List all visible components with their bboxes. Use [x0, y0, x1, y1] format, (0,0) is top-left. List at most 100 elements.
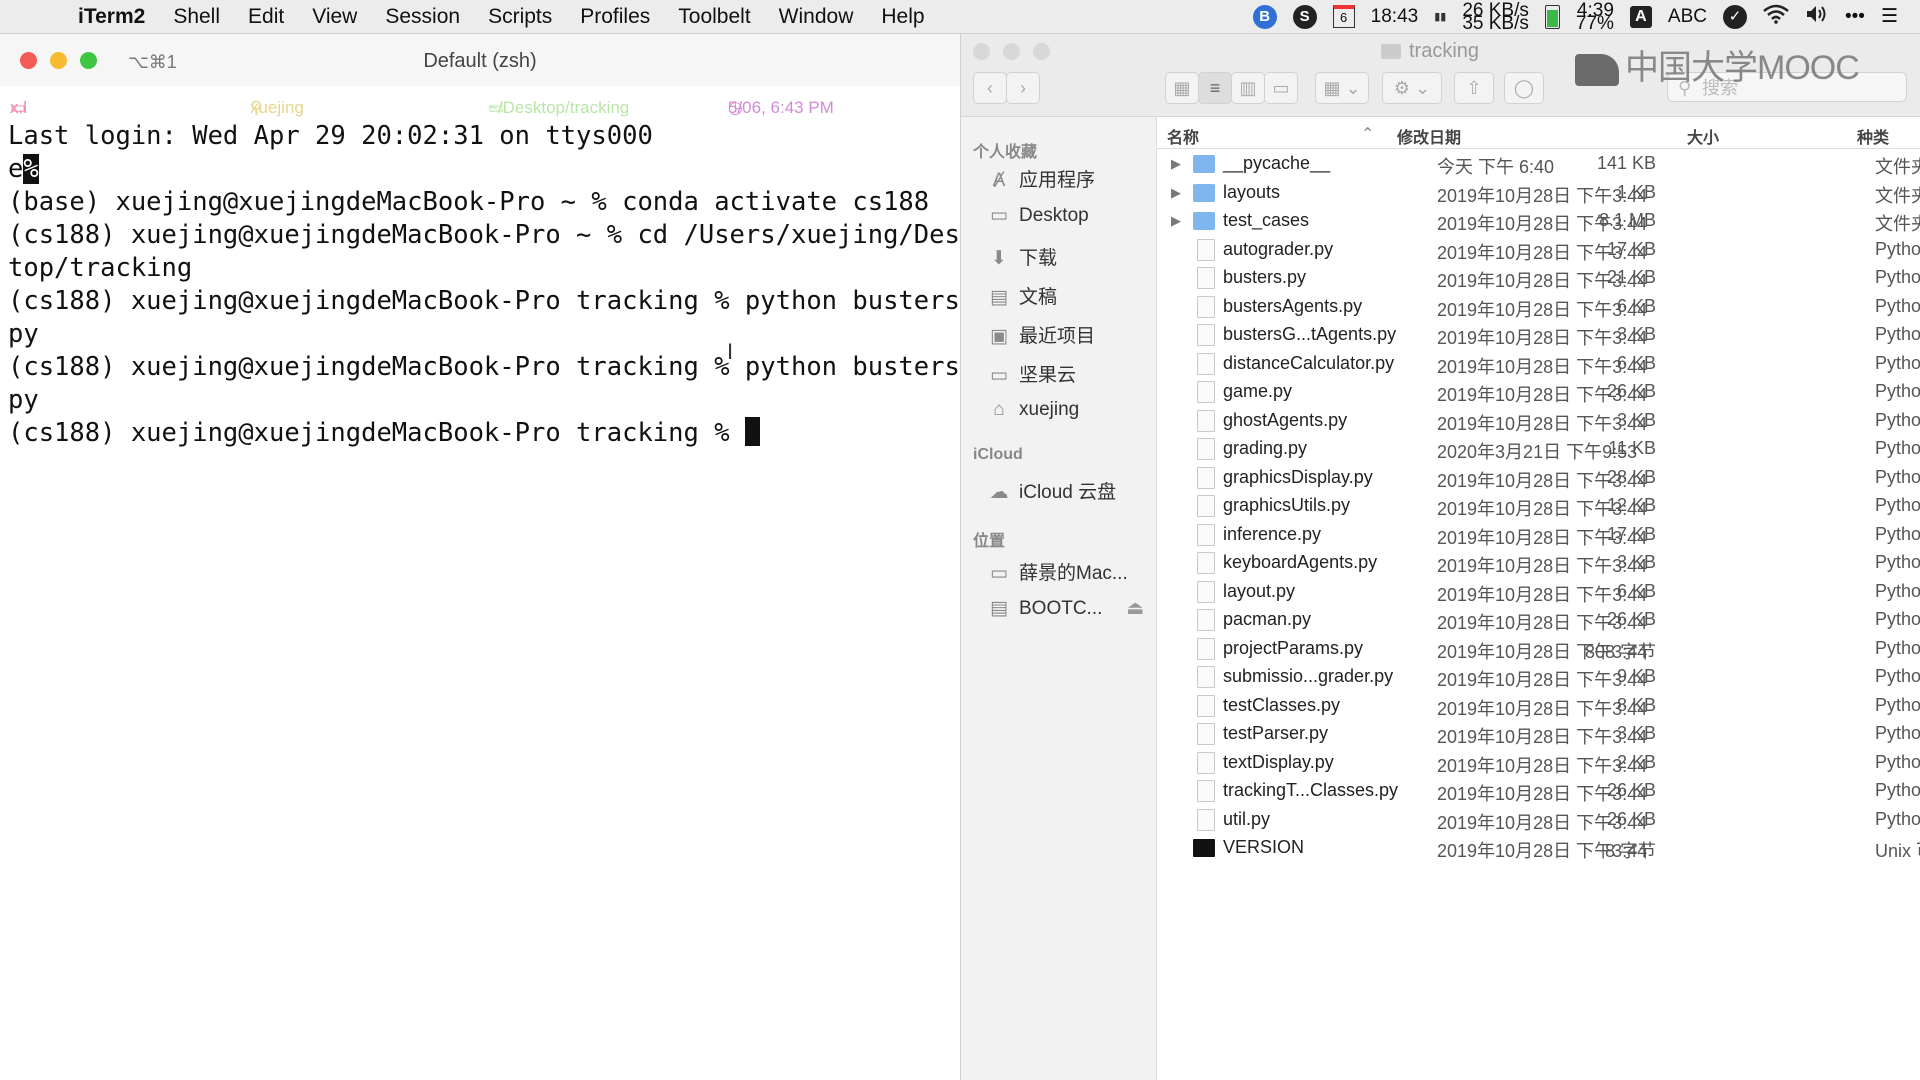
table-row[interactable]: bustersG...tAgents.py 2019年10月28日 下午3:44 3…: [1157, 321, 1920, 350]
clock-time[interactable]: 18:43: [1363, 6, 1427, 28]
app-status-icon[interactable]: S: [1285, 4, 1325, 29]
table-row[interactable]: util.py2019年10月28日 下午3:4426 KBPython: [1157, 806, 1920, 835]
column-header-date[interactable]: 修改日期: [1397, 124, 1461, 148]
sidebar-item-recents[interactable]: ▣ 最近项目: [987, 321, 1095, 348]
share-button[interactable]: ⇧: [1454, 72, 1494, 104]
sidebar-item-label: 坚果云: [1019, 365, 1077, 386]
disclosure-triangle-icon[interactable]: ▶: [1171, 185, 1181, 201]
file-size: 26 KB: [1606, 808, 1656, 829]
menu-help[interactable]: Help: [867, 5, 938, 29]
table-row[interactable]: textDisplay.py 2019年10月28日 下午3:44 2 KB Pyth…: [1157, 749, 1920, 778]
menu-edit[interactable]: Edit: [234, 5, 298, 29]
sidebar-item-documents[interactable]: ▤ 文稿: [987, 282, 1057, 309]
back-button[interactable]: ‹: [973, 72, 1007, 104]
volume-icon[interactable]: [1797, 4, 1837, 30]
more-icon[interactable]: •••: [1837, 6, 1873, 28]
battery-status[interactable]: 4:39 77%: [1568, 1, 1622, 33]
bluetooth-icon[interactable]: B: [1245, 4, 1285, 29]
table-row[interactable]: busters.py2019年10月28日 下午3:4421 KBPython: [1157, 264, 1920, 293]
menu-view[interactable]: View: [298, 5, 371, 29]
menu-shell[interactable]: Shell: [159, 5, 234, 29]
sidebar-item-mac[interactable]: ▭ 薛景的Mac...: [987, 558, 1128, 585]
recents-icon: ▣: [990, 326, 1008, 347]
terminal-output[interactable]: Last login: Wed Apr 29 20:02:31 on ttys0…: [0, 120, 975, 450]
menu-session[interactable]: Session: [371, 5, 474, 29]
forward-button[interactable]: ›: [1006, 72, 1040, 104]
input-method-label[interactable]: ABC: [1660, 6, 1715, 28]
table-row[interactable]: game.py2019年10月28日 下午3:4426 KBPython: [1157, 378, 1920, 407]
menu-toolbelt[interactable]: Toolbelt: [664, 5, 764, 29]
table-row[interactable]: inference.py 2019年10月28日 下午3:44 17 KB Pytho…: [1157, 521, 1920, 550]
sidebar-item-jianguoyun[interactable]: ▭ 坚果云: [987, 360, 1076, 387]
input-method-icon[interactable]: A: [1622, 5, 1660, 28]
list-view-button[interactable]: ≡: [1198, 72, 1232, 104]
system-monitor-icon[interactable]: ▮▮: [1426, 10, 1454, 23]
table-row[interactable]: grading.py 2020年3月21日 下午9:5311 KB Python: [1157, 435, 1920, 464]
column-header-kind[interactable]: 种类: [1857, 124, 1889, 148]
file-size: 6 KB: [1616, 580, 1656, 601]
file-date: 2019年10月28日 下午3:44: [1437, 556, 1648, 576]
table-row[interactable]: bustersAgents.py 2019年10月28日 下午3:44 6 KB Py…: [1157, 293, 1920, 322]
column-header-size[interactable]: 大小: [1687, 124, 1719, 148]
file-kind: Python: [1875, 609, 1920, 629]
python-file-icon: [1197, 238, 1215, 261]
finder-close-button[interactable]: [973, 43, 990, 60]
sidebar-item-downloads[interactable]: ⬇ 下载: [987, 243, 1057, 270]
table-row[interactable]: ▶ __pycache__ 今天 下午 6:40 141 KB 文件夹: [1157, 150, 1920, 179]
sidebar-item-label: 应用程序: [1019, 170, 1096, 191]
finder-minimize-button[interactable]: [1003, 43, 1020, 60]
table-row[interactable]: ▶ layouts 2019年10月28日 下午3:441 KB 文件夹: [1157, 179, 1920, 208]
menu-app-name[interactable]: iTerm2: [64, 5, 159, 29]
eject-icon[interactable]: ⏏: [1126, 598, 1144, 619]
table-row[interactable]: autograder.py 2019年10月28日 下午3:44 17 KB Pyth…: [1157, 236, 1920, 265]
action-gear-button[interactable]: ⚙ ⌄: [1382, 72, 1442, 104]
table-row[interactable]: ▶test_cases2019年10月28日 下午3:448.1 MB文件夹: [1157, 207, 1920, 236]
table-row[interactable]: trackingT...Classes.py 2019年10月28日 下午3:44…: [1157, 777, 1920, 806]
table-row[interactable]: projectParams.py 2019年10月28日 下午3:44 808 字节…: [1157, 635, 1920, 664]
wifi-icon[interactable]: [1755, 4, 1797, 30]
table-row[interactable]: testParser.py 2019年10月28日 下午3:44 3 KB Pytho…: [1157, 720, 1920, 749]
table-row[interactable]: layout.py 2019年10月28日 下午3:446 KB Python: [1157, 578, 1920, 607]
column-header-name[interactable]: 名称: [1167, 124, 1199, 148]
menu-window[interactable]: Window: [765, 5, 868, 29]
menu-profiles[interactable]: Profiles: [566, 5, 664, 29]
column-view-button[interactable]: ▥: [1231, 72, 1265, 104]
table-row[interactable]: distanceCalculator.py 2019年10月28日 下午3:44 6…: [1157, 350, 1920, 379]
file-name: submissio...grader.py: [1223, 666, 1394, 686]
table-row[interactable]: ghostAgents.py 2019年10月28日 下午3:44 3 KB Pyth…: [1157, 407, 1920, 436]
file-size: 8.1 MB: [1598, 210, 1656, 230]
group-button[interactable]: ▦ ⌄: [1315, 72, 1369, 104]
table-row[interactable]: keyboardAgents.py 2019年10月28日 下午3:44 3 KB P…: [1157, 549, 1920, 578]
table-row[interactable]: testClasses.py 2019年10月28日 下午3:44 8 KB Pyth…: [1157, 692, 1920, 721]
table-row[interactable]: VERSION2019年10月28日 下午3:448 字节Unix 可执行文件: [1157, 834, 1920, 863]
calendar-icon[interactable]: 6: [1325, 5, 1363, 28]
table-row[interactable]: graphicsDisplay.py 2019年10月28日 下午3:44 28 K…: [1157, 464, 1920, 493]
finder-zoom-button[interactable]: [1033, 43, 1050, 60]
file-size: 3 KB: [1616, 409, 1656, 430]
table-row[interactable]: pacman.py2019年10月28日 下午3:4426 KBPython: [1157, 606, 1920, 635]
sidebar-item-icloud-drive[interactable]: ☁ iCloud 云盘: [987, 477, 1117, 504]
disclosure-triangle-icon[interactable]: ▶: [1171, 213, 1181, 229]
vpn-icon[interactable]: ✓: [1715, 4, 1755, 29]
network-speed[interactable]: 26 KB/s 35 KB/s: [1454, 1, 1537, 33]
tag-button[interactable]: ◯: [1504, 72, 1544, 104]
battery-icon[interactable]: [1537, 4, 1568, 29]
notification-center-icon[interactable]: ☰: [1873, 5, 1906, 28]
file-size: 26 KB: [1606, 381, 1656, 401]
menu-scripts[interactable]: Scripts: [474, 5, 566, 29]
table-row[interactable]: submissio...grader.py 2019年10月28日 下午3:44 9…: [1157, 663, 1920, 692]
sidebar-item-applications[interactable]: Ⱥ 应用程序: [987, 165, 1095, 192]
table-row[interactable]: graphicsUtils.py 2019年10月28日 下午3:44 12 KB P…: [1157, 492, 1920, 521]
file-name: layout.py: [1223, 580, 1296, 601]
disclosure-triangle-icon[interactable]: ▶: [1171, 156, 1181, 172]
file-name: keyboardAgents.py: [1223, 552, 1378, 572]
sidebar-item-label: Desktop: [1019, 205, 1089, 226]
mooc-logo-icon: [1575, 54, 1619, 87]
sidebar-item-bootcamp[interactable]: ▤ BOOTC... ⏏: [987, 597, 1144, 620]
sidebar-item-desktop[interactable]: ▭ Desktop: [987, 204, 1089, 227]
file-name: autograder.py: [1223, 238, 1334, 259]
icon-view-button[interactable]: ▦: [1165, 72, 1199, 104]
gallery-view-button[interactable]: ▭: [1264, 72, 1298, 104]
sort-ascending-icon[interactable]: ⌃: [1361, 124, 1374, 144]
sidebar-item-home[interactable]: ⌂ xuejing: [987, 399, 1079, 421]
